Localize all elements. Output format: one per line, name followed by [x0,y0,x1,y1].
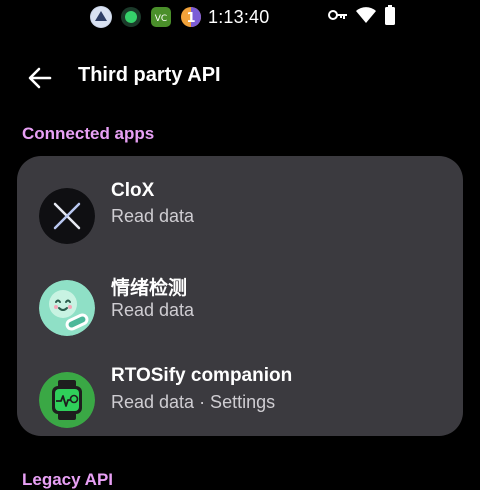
mood-app-icon [39,280,95,336]
status-time: 1:13:40 [208,6,270,27]
app-permission: Read data [111,300,195,320]
key-icon [328,8,348,27]
number-badge-icon: 1 [180,6,202,28]
battery-icon [384,4,396,30]
record-icon [120,6,142,28]
app-notification-icon [90,6,112,28]
wifi-icon [356,6,376,28]
section-header-connected-apps: Connected apps [22,124,155,143]
status-right-icons [328,4,396,30]
section-header-legacy-api: Legacy API [22,470,114,489]
back-arrow-icon [28,67,52,89]
connected-apps-card: CloX Read data 情绪检测 Read data RTOSify co… [17,156,463,436]
app-name: 情绪检测 [111,278,188,299]
back-button[interactable] [24,62,56,94]
status-left-icons: VC 1 1:13:40 [90,6,269,28]
app-name: RTOSify companion [111,365,293,386]
svg-text:VC: VC [155,14,167,24]
status-bar: VC 1 1:13:40 [0,0,480,34]
app-permission: Read data [111,206,195,226]
page-title: Third party API [78,64,221,86]
vs-app-icon: VC [150,6,172,28]
app-item-rtosify[interactable]: RTOSify companion Read data · Settings [17,356,463,436]
clox-app-icon [39,188,95,244]
svg-text:1: 1 [186,11,195,26]
app-name: CloX [111,180,155,201]
rtosify-app-icon [39,372,95,428]
app-item-clox[interactable]: CloX Read data [17,172,463,258]
app-permission: Read data · Settings [111,392,276,412]
app-item-mood[interactable]: 情绪检测 Read data [17,266,463,352]
app-bar: Third party API [0,58,480,98]
